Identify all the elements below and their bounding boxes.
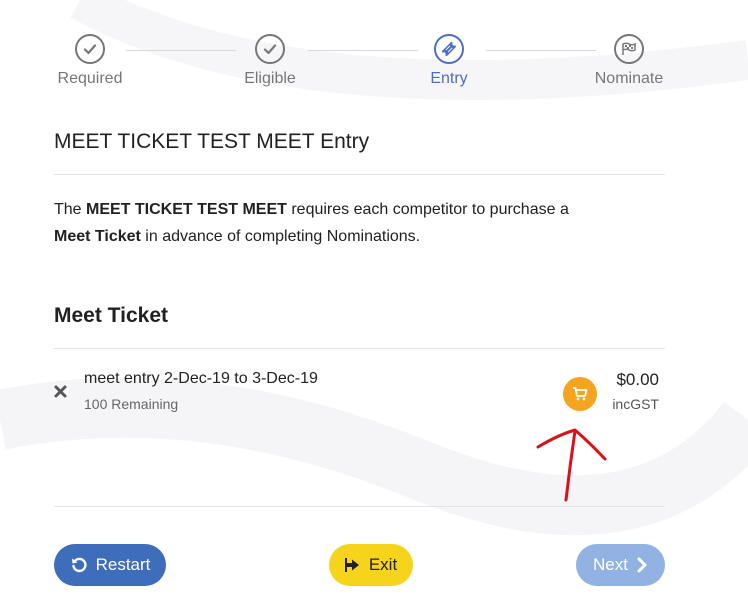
step-entry: Entry [389,34,509,88]
step-label: Nominate [594,70,664,87]
step-nominate: Nominate [569,34,689,88]
ticket-term: Meet Ticket [54,228,141,245]
divider [54,348,665,349]
ticket-remaining: 100 Remaining [84,396,179,412]
restart-label: Restart [95,555,151,574]
add-to-cart-button[interactable] [563,377,597,411]
flag-icon [614,34,644,64]
arrow-annotation-icon [536,428,607,502]
meet-name: MEET TICKET TEST MEET [86,201,287,218]
exit-button[interactable]: Exit [329,544,413,586]
next-label: Next [593,555,628,574]
step-label: Eligible [244,70,296,87]
cart-icon [573,387,588,401]
step-eligible: Eligible [210,34,330,88]
entry-description: The MEET TICKET TEST MEET requires each … [54,196,654,250]
close-icon [54,385,67,398]
divider [54,174,665,175]
description-text: The [54,201,87,218]
restart-icon [70,556,88,574]
exit-label: Exit [368,555,398,574]
check-circle-icon [75,34,105,64]
ticket-icon [434,34,464,64]
ticket-price: $0.00 [616,370,659,389]
restart-button[interactable]: Restart [54,544,166,586]
divider [54,506,665,507]
check-circle-icon [255,34,285,64]
remove-ticket-button[interactable] [51,381,71,401]
section-title: Meet Ticket [54,304,168,327]
chevron-right-icon [636,557,648,573]
page-title: MEET TICKET TEST MEET Entry [54,130,370,153]
sign-out-icon [344,558,361,572]
step-required: Required [30,34,150,88]
next-button[interactable]: Next [576,544,665,586]
description-text: in advance of completing Nominations. [140,228,421,245]
ticket-tax-note: incGST [612,396,659,412]
ticket-name: meet entry 2-Dec-19 to 3-Dec-19 [84,370,318,387]
description-text: requires each competitor to purchase a [286,201,569,218]
progress-stepper: Required Eligible Entry Nominate [30,34,720,104]
step-label: Required [57,70,123,87]
step-label: Entry [430,70,468,87]
